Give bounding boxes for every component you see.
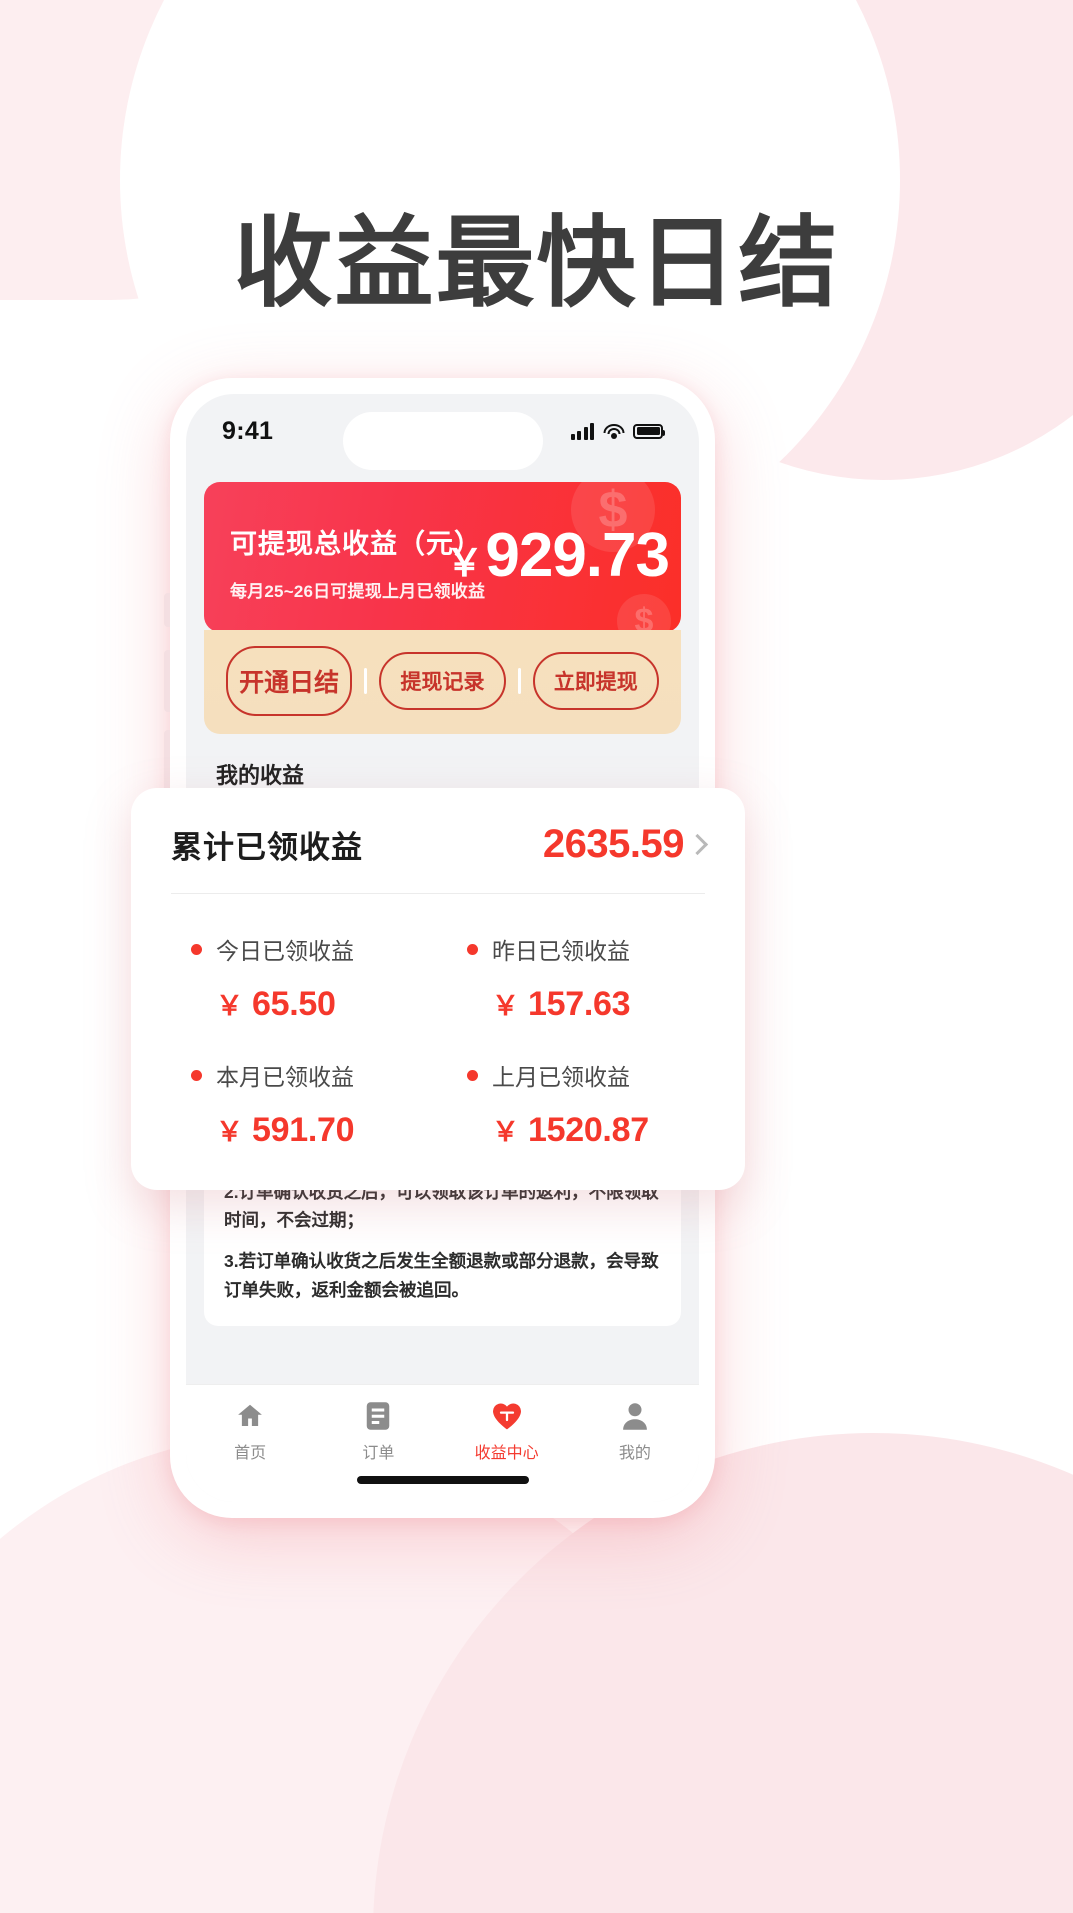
stat-value: 65.50 [252, 985, 336, 1023]
stat-value-row: ￥ 65.50 [171, 984, 429, 1024]
cumulative-income-card: 累计已领收益 2635.59 今日已领收益 ￥ 65.50 昨日已领收益 ￥ 1… [131, 788, 745, 1190]
currency-symbol: ￥ [216, 1117, 243, 1147]
bullet-dot-icon [191, 943, 202, 955]
status-bar-icons [570, 422, 665, 440]
stat-value-row: ￥ 157.63 [447, 984, 705, 1024]
action-separator [364, 668, 368, 694]
signal-icon [570, 422, 594, 440]
stat-value: 1520.87 [528, 1111, 649, 1149]
page-headline: 收益最快日结 [233, 207, 840, 318]
dynamic-island [342, 412, 543, 470]
hero-currency-symbol: ￥ [445, 543, 484, 585]
status-bar: 9:41 [186, 394, 699, 470]
wifi-icon [603, 423, 624, 439]
enable-daily-settlement-button[interactable]: 开通日结 [226, 646, 353, 716]
stat-item-last-month: 上月已领收益 ￥ 1520.87 [447, 1058, 705, 1150]
action-separator [517, 668, 521, 694]
stat-item-this-month: 本月已领收益 ￥ 591.70 [171, 1058, 429, 1150]
stat-label: 昨日已领收益 [492, 938, 630, 964]
stat-value: 591.70 [252, 1111, 355, 1149]
stat-value-row: ￥ 591.70 [171, 1110, 429, 1150]
tab-orders-label: 订单 [362, 1445, 395, 1462]
currency-symbol: ￥ [492, 1117, 519, 1147]
action-button-bar: 开通日结 提现记录 立即提现 [204, 630, 681, 734]
phone-volume-up-button [164, 650, 170, 712]
phone-volume-down-button [164, 730, 170, 792]
tab-income-center-label: 收益中心 [474, 1445, 539, 1462]
stat-label: 本月已领收益 [216, 1064, 354, 1090]
cumulative-income-header[interactable]: 累计已领收益 2635.59 [171, 822, 709, 893]
hero-amount: ￥ 929.73 [445, 520, 670, 591]
tab-profile-label: 我的 [618, 1445, 651, 1462]
income-heart-icon [443, 1399, 571, 1433]
withdrawable-income-card: $ $ 可提现总收益（元） 每月25~26日可提现上月已领收益 ￥ 929.73 [204, 482, 681, 632]
stat-label: 上月已领收益 [492, 1064, 630, 1090]
battery-icon [633, 423, 665, 439]
tab-home-label: 首页 [234, 1445, 267, 1462]
order-icon [314, 1399, 442, 1433]
home-indicator [356, 1476, 529, 1484]
withdraw-now-button[interactable]: 立即提现 [532, 652, 659, 710]
status-bar-time: 9:41 [222, 416, 274, 445]
rule-item: 3.若订单确认收货之后发生全额退款或部分退款，会导致订单失败，返利金额会被追回。 [224, 1251, 659, 1300]
bullet-dot-icon [191, 1069, 202, 1081]
cumulative-income-label: 累计已领收益 [171, 830, 363, 865]
my-income-section-title: 我的收益 [216, 763, 305, 788]
stat-item-today: 今日已领收益 ￥ 65.50 [171, 932, 429, 1024]
person-icon [571, 1399, 699, 1433]
stat-label-row: 今日已领收益 [171, 932, 429, 966]
tab-income-center[interactable]: 收益中心 [443, 1399, 571, 1463]
divider [171, 893, 705, 894]
home-icon [186, 1399, 314, 1433]
cumulative-income-value-group: 2635.59 [542, 822, 709, 867]
income-stat-grid: 今日已领收益 ￥ 65.50 昨日已领收益 ￥ 157.63 本月已领收益 ￥ … [171, 904, 705, 1150]
cumulative-income-value: 2635.59 [542, 822, 685, 866]
tab-home[interactable]: 首页 [186, 1399, 314, 1463]
tab-orders[interactable]: 订单 [314, 1399, 442, 1463]
stat-value: 157.63 [528, 985, 631, 1023]
hero-amount-value: 929.73 [485, 521, 670, 590]
phone-mute-switch [164, 593, 170, 627]
stat-label-row: 昨日已领收益 [447, 932, 705, 966]
stat-value-row: ￥ 1520.87 [447, 1110, 705, 1150]
currency-symbol: ￥ [216, 991, 243, 1021]
hero-card-wrapper: $ $ 可提现总收益（元） 每月25~26日可提现上月已领收益 ￥ 929.73 [186, 468, 699, 632]
currency-symbol: ￥ [492, 991, 519, 1021]
bottom-tab-bar: 首页 订单 收益中心 我的 [186, 1384, 699, 1502]
bullet-dot-icon [467, 1069, 478, 1081]
withdraw-records-button[interactable]: 提现记录 [379, 652, 506, 710]
bullet-dot-icon [467, 943, 478, 955]
tab-profile[interactable]: 我的 [571, 1399, 699, 1463]
stat-label-row: 上月已领收益 [447, 1058, 705, 1092]
chevron-right-icon [686, 833, 709, 856]
stat-item-yesterday: 昨日已领收益 ￥ 157.63 [447, 932, 705, 1024]
stat-label: 今日已领收益 [216, 938, 354, 964]
stat-label-row: 本月已领收益 [171, 1058, 429, 1092]
